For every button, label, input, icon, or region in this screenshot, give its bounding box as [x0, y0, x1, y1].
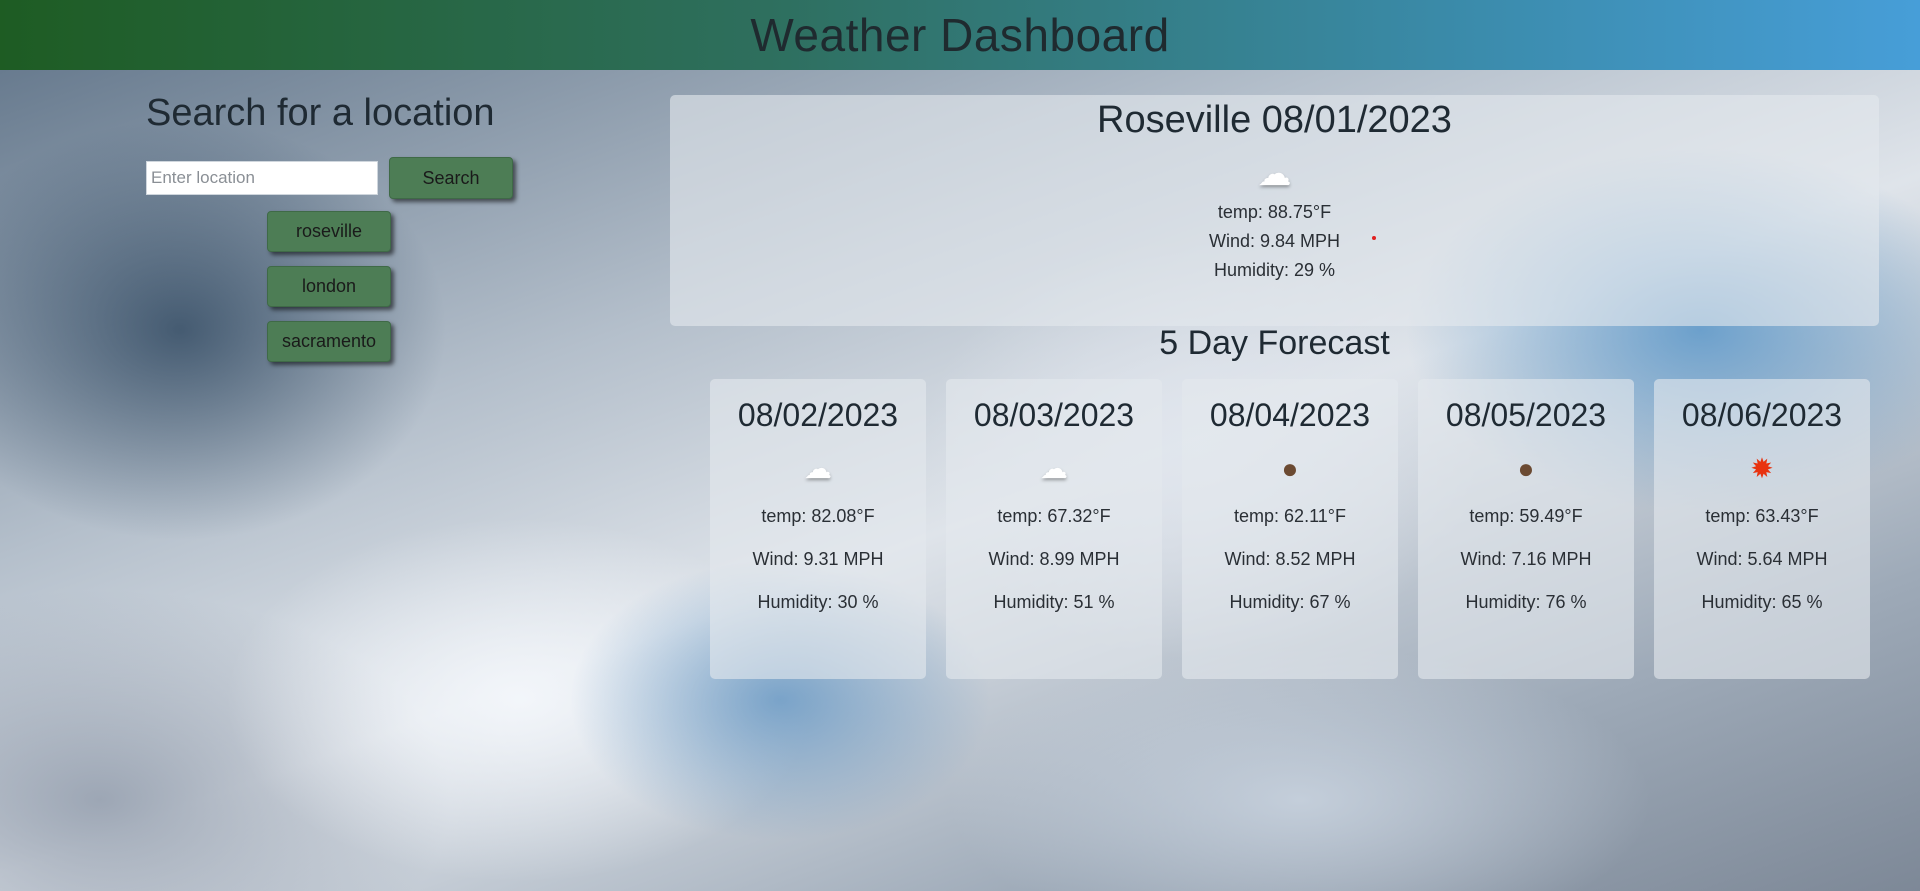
forecast-temp: temp: 59.49°F — [1469, 506, 1583, 526]
search-title: Search for a location — [146, 92, 495, 134]
forecast-date: 08/04/2023 — [1209, 397, 1371, 433]
history-button-sacramento[interactable]: sacramento — [267, 321, 391, 362]
forecast-wind: Wind: 8.99 MPH — [988, 549, 1120, 569]
forecast-day-card: 08/06/2023 ✹ temp: 63.43°F Wind: 5.64 MP… — [1654, 379, 1870, 679]
forecast-date: 08/05/2023 — [1445, 397, 1607, 433]
app-header: Weather Dashboard — [0, 0, 1920, 70]
forecast-day-card: 08/02/2023 ☁ temp: 82.08°F Wind: 9.31 MP… — [710, 379, 926, 679]
search-panel: Search for a location Search roseville l… — [146, 92, 546, 376]
search-history: roseville london sacramento — [267, 211, 546, 376]
forecast-humidity: Humidity: 67 % — [1229, 592, 1351, 612]
forecast-wind: Wind: 8.52 MPH — [1224, 549, 1356, 569]
forecast-temp: temp: 63.43°F — [1705, 506, 1819, 526]
rain-drop-icon: ● — [1517, 453, 1535, 484]
current-humidity: Humidity: 29 % — [1213, 260, 1336, 280]
forecast-row: 08/02/2023 ☁ temp: 82.08°F Wind: 9.31 MP… — [710, 379, 1870, 679]
forecast-temp: temp: 67.32°F — [997, 506, 1111, 526]
cloud-icon: ☁ — [1257, 155, 1292, 193]
page-title: Weather Dashboard — [750, 9, 1170, 61]
forecast-date: 08/02/2023 — [737, 397, 899, 433]
history-button-roseville[interactable]: roseville — [267, 211, 391, 252]
red-dot-marker — [1372, 236, 1376, 240]
current-city-date: Roseville 08/01/2023 — [1097, 99, 1452, 141]
search-row: Search — [146, 157, 546, 199]
sun-icon: ✹ — [1750, 453, 1774, 484]
forecast-wind: Wind: 7.16 MPH — [1460, 549, 1592, 569]
forecast-day-card: 08/03/2023 ☁ temp: 67.32°F Wind: 8.99 MP… — [946, 379, 1162, 679]
current-temp: temp: 88.75°F — [1217, 202, 1332, 222]
forecast-temp: temp: 82.08°F — [761, 506, 875, 526]
cloud-icon: ☁ — [804, 453, 832, 484]
forecast-title: 5 Day Forecast — [1159, 324, 1390, 362]
forecast-day-card: 08/05/2023 ● temp: 59.49°F Wind: 7.16 MP… — [1418, 379, 1634, 679]
forecast-day-card: 08/04/2023 ● temp: 62.11°F Wind: 8.52 MP… — [1182, 379, 1398, 679]
forecast-wind: Wind: 9.31 MPH — [752, 549, 884, 569]
forecast-date: 08/03/2023 — [973, 397, 1135, 433]
cloud-icon: ☁ — [1040, 453, 1068, 484]
forecast-humidity: Humidity: 76 % — [1465, 592, 1587, 612]
forecast-humidity: Humidity: 65 % — [1701, 592, 1823, 612]
history-button-london[interactable]: london — [267, 266, 391, 307]
forecast-wind: Wind: 5.64 MPH — [1696, 549, 1828, 569]
rain-drop-icon: ● — [1281, 453, 1299, 484]
forecast-temp: temp: 62.11°F — [1234, 506, 1346, 526]
current-wind: Wind: 9.84 MPH — [1208, 231, 1341, 251]
forecast-humidity: Humidity: 51 % — [993, 592, 1115, 612]
forecast-humidity: Humidity: 30 % — [757, 592, 879, 612]
location-search-input[interactable] — [146, 161, 378, 195]
forecast-date: 08/06/2023 — [1681, 397, 1843, 433]
current-weather-card: Roseville 08/01/2023 ☁ temp: 88.75°F Win… — [670, 95, 1879, 326]
search-button[interactable]: Search — [389, 157, 513, 199]
